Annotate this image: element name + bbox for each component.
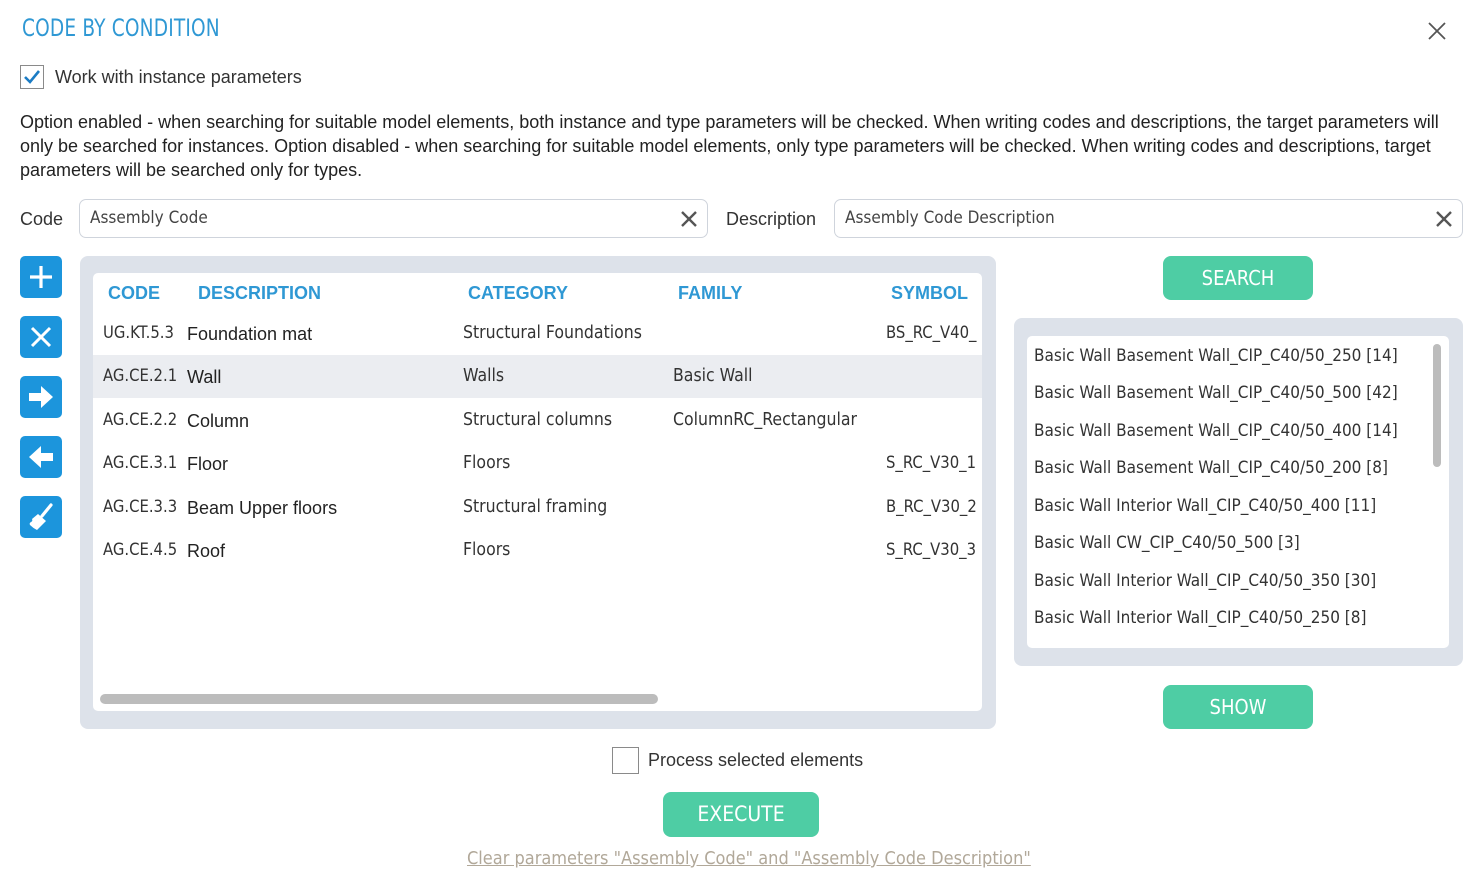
arrow-left-icon xyxy=(29,446,53,468)
cell-description: Roof xyxy=(187,541,226,561)
export-button[interactable] xyxy=(20,376,62,418)
table-row[interactable]: AG.CE.3.3 Beam Upper floors Structural f… xyxy=(93,485,982,528)
list-item[interactable]: Basic Wall CW_CIP_C40/50_500 [3] xyxy=(1034,533,1300,553)
description-input[interactable] xyxy=(845,206,1405,230)
list-item[interactable]: Basic Wall Basement Wall_CIP_C40/50_200 … xyxy=(1034,458,1388,478)
x-icon xyxy=(30,326,52,348)
list-item[interactable]: Basic Wall Basement Wall_CIP_C40/50_500 … xyxy=(1034,383,1398,403)
cell-category: Structural framing xyxy=(463,497,608,517)
table-row[interactable]: UG.KT.5.3 Foundation mat Structural Foun… xyxy=(93,312,982,355)
column-header-family[interactable]: FAMILY xyxy=(678,283,742,304)
cell-description: Foundation mat xyxy=(187,324,313,344)
add-button[interactable] xyxy=(20,256,62,298)
clear-code-button[interactable] xyxy=(679,209,699,229)
cell-code: AG.CE.2.2 xyxy=(103,410,178,429)
import-button[interactable] xyxy=(20,436,62,478)
dialog-title: CODE BY CONDITION xyxy=(22,14,220,42)
cell-symbol: B_RC_V30_2 xyxy=(886,497,977,516)
close-button[interactable] xyxy=(1424,18,1450,44)
cell-code: AG.CE.3.3 xyxy=(103,497,178,516)
instance-parameters-label: Work with instance parameters xyxy=(55,67,302,87)
cell-category: Floors xyxy=(463,540,511,560)
checkmark-icon xyxy=(24,70,41,84)
column-header-category[interactable]: CATEGORY xyxy=(468,283,568,304)
process-selected-checkbox[interactable] xyxy=(612,747,639,774)
clear-description-button[interactable] xyxy=(1434,209,1454,229)
list-item[interactable]: Basic Wall Interior Wall_CIP_C40/50_400 … xyxy=(1034,496,1376,516)
show-button[interactable]: SHOW xyxy=(1163,685,1313,729)
list-item[interactable]: Basic Wall Interior Wall_CIP_C40/50_250 … xyxy=(1034,608,1366,628)
cell-code: AG.CE.2.1 xyxy=(103,366,178,385)
cell-description: Wall xyxy=(187,367,222,387)
cell-code: AG.CE.3.1 xyxy=(103,453,178,472)
table-horizontal-scrollbar[interactable] xyxy=(100,694,658,704)
arrow-right-icon xyxy=(29,386,53,408)
clear-parameters-link[interactable]: Clear parameters "Assembly Code" and "As… xyxy=(467,848,1031,869)
cell-symbol: BS_RC_V40_ xyxy=(886,323,977,342)
table-row[interactable]: AG.CE.2.2 Column Structural columns Colu… xyxy=(93,398,982,441)
cell-category: Structural Foundations xyxy=(463,323,642,343)
info-text: Option enabled - when searching for suit… xyxy=(20,112,1439,180)
code-input[interactable] xyxy=(90,206,650,230)
close-icon xyxy=(681,211,697,227)
cell-symbol: S_RC_V30_3 xyxy=(886,540,977,559)
clear-table-button[interactable] xyxy=(20,496,62,538)
table-row[interactable]: AG.CE.4.5 Roof Floors S_RC_V30_3 xyxy=(93,528,982,571)
cell-category: Structural columns xyxy=(463,410,613,430)
code-field xyxy=(79,199,708,238)
column-header-description[interactable]: DESCRIPTION xyxy=(198,283,321,304)
cell-category: Walls xyxy=(463,366,505,386)
cell-description: Column xyxy=(187,411,250,431)
execute-coding-button[interactable]: EXECUTE CODING xyxy=(663,792,819,871)
cell-family: ColumnRC_Rectangular xyxy=(673,410,857,430)
description-field xyxy=(834,199,1463,238)
cell-description: Floor xyxy=(187,454,229,474)
search-button[interactable]: SEARCH xyxy=(1163,256,1313,300)
table-row-selected[interactable]: AG.CE.2.1 Wall Walls Basic Wall xyxy=(93,355,982,398)
results-vertical-scrollbar[interactable] xyxy=(1433,344,1441,467)
instance-parameters-checkbox[interactable] xyxy=(20,65,44,89)
cell-category: Floors xyxy=(463,453,511,473)
cell-code: UG.KT.5.3 xyxy=(103,323,174,342)
close-icon xyxy=(1428,22,1446,40)
description-label: Description xyxy=(726,209,817,229)
delete-button[interactable] xyxy=(20,316,62,358)
table-row[interactable]: AG.CE.3.1 Floor Floors S_RC_V30_1 xyxy=(93,441,982,484)
code-label: Code xyxy=(20,209,64,229)
close-icon xyxy=(1436,211,1452,227)
list-item[interactable]: Basic Wall Interior Wall_CIP_C40/50_350 … xyxy=(1034,571,1376,591)
list-item[interactable]: Basic Wall Basement Wall_CIP_C40/50_400 … xyxy=(1034,421,1398,441)
cell-code: AG.CE.4.5 xyxy=(103,540,178,559)
cell-symbol: S_RC_V30_1 xyxy=(886,453,977,472)
column-header-code[interactable]: CODE xyxy=(108,283,160,304)
column-header-symbol[interactable]: SYMBOL xyxy=(891,283,968,304)
process-selected-label: Process selected elements xyxy=(648,750,864,770)
cell-family: Basic Wall xyxy=(673,366,753,386)
plus-icon xyxy=(30,266,52,288)
broom-icon xyxy=(29,503,53,530)
list-item[interactable]: Basic Wall Basement Wall_CIP_C40/50_250 … xyxy=(1034,346,1398,366)
cell-description: Beam Upper floors xyxy=(187,498,338,518)
